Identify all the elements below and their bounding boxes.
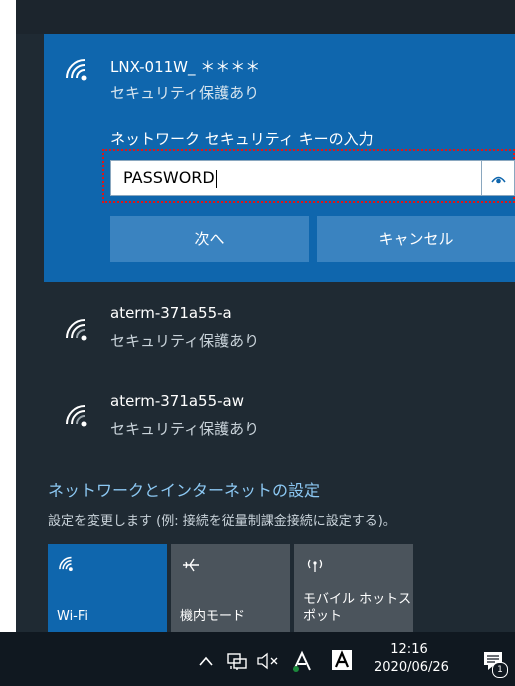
selected-network-ssid: LNX-011W_ ＊＊＊＊	[110, 58, 261, 76]
wifi-tile-label: Wi-Fi	[57, 609, 89, 624]
network-settings-link[interactable]: ネットワークとインターネットの設定	[48, 477, 320, 501]
hotspot-label-line: モバイル ホットス	[303, 592, 412, 607]
app-icon[interactable]	[330, 648, 354, 672]
action-center-button[interactable]: 1	[478, 646, 508, 680]
network-list-item[interactable]: aterm-371a55-aw セキュリティ保護あり	[44, 378, 515, 458]
eye-icon	[491, 176, 506, 184]
notification-count-badge: 1	[492, 662, 508, 678]
password-value: PASSWORD	[123, 168, 215, 187]
hotspot-tile-label: モバイル ホットス ポット	[303, 591, 411, 625]
reveal-password-button[interactable]	[482, 160, 515, 196]
text-cursor	[215, 169, 217, 188]
network-icon[interactable]	[226, 652, 248, 670]
flyout-header-strip	[16, 0, 515, 34]
airplane-mode-tile[interactable]: 機内モード	[171, 544, 290, 633]
wifi-signal-icon	[66, 59, 87, 81]
speaker-muted-icon[interactable]	[256, 652, 280, 670]
airplane-icon	[183, 558, 199, 572]
airplane-tile-label: 機内モード	[180, 609, 246, 624]
security-key-prompt: ネットワーク セキュリティ キーの入力	[110, 130, 374, 148]
network-settings-description: 設定を変更します (例: 接続を従量制課金接続に設定する)。	[48, 514, 396, 529]
mobile-hotspot-tile[interactable]: モバイル ホットス ポット	[294, 544, 413, 633]
cancel-button[interactable]: キャンセル	[317, 216, 515, 262]
selected-network-status: セキュリティ保護あり	[110, 84, 260, 102]
wifi-signal-icon	[66, 319, 87, 341]
network-status: セキュリティ保護あり	[110, 420, 260, 438]
network-status: セキュリティ保護あり	[110, 332, 260, 350]
wifi-signal-icon	[66, 405, 87, 427]
wifi-icon	[59, 556, 73, 572]
password-input[interactable]: PASSWORD	[110, 160, 482, 196]
hotspot-icon	[307, 559, 323, 572]
clock-time: 12:16	[390, 642, 428, 657]
wifi-toggle-tile[interactable]: Wi-Fi	[48, 544, 167, 633]
next-button[interactable]: 次へ	[110, 216, 309, 262]
adobe-icon[interactable]	[290, 650, 316, 674]
hotspot-label-line: ポット	[303, 609, 343, 624]
clock-date: 2020/06/26	[374, 660, 449, 675]
network-list-item[interactable]: aterm-371a55-a セキュリティ保護あり	[44, 290, 515, 370]
chevron-up-icon[interactable]	[198, 655, 214, 667]
taskbar-clock[interactable]: 12:16 2020/06/26	[374, 641, 449, 677]
network-ssid: aterm-371a55-a	[110, 304, 232, 322]
network-ssid: aterm-371a55-aw	[110, 392, 245, 410]
